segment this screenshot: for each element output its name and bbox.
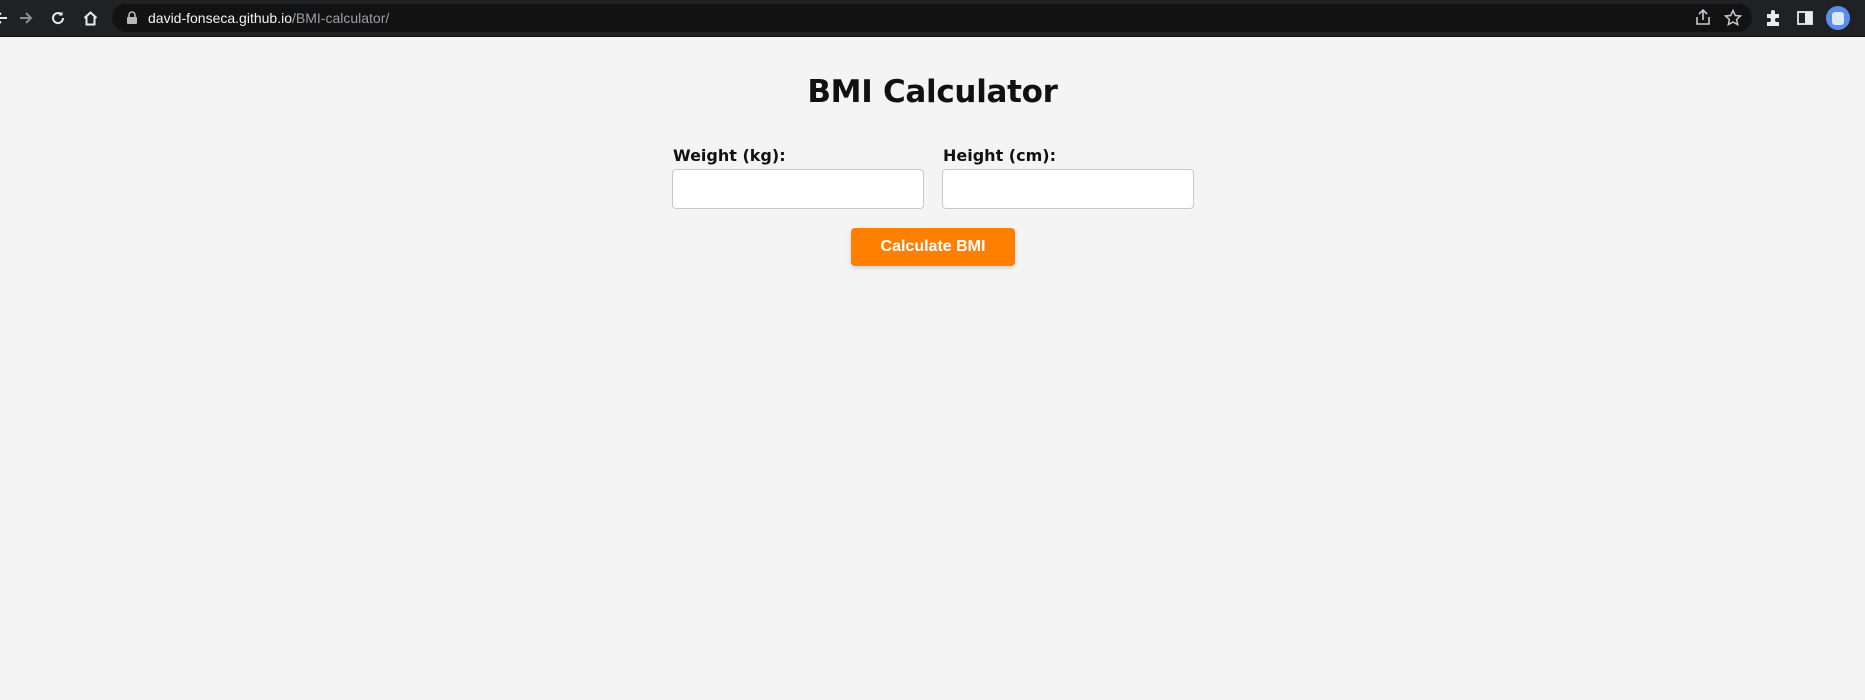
calculate-bmi-button[interactable]: Calculate BMI (851, 228, 1015, 266)
reload-icon[interactable] (46, 6, 70, 30)
address-bar[interactable]: david-fonseca.github.io/BMI-calculator/ (112, 4, 1752, 32)
forward-icon[interactable] (14, 6, 38, 30)
page-title: BMI Calculator (807, 74, 1058, 110)
profile-avatar-glyph (1832, 11, 1844, 25)
height-label: Height (cm): (943, 146, 1056, 165)
url-host: david-fonseca.github.io (148, 10, 292, 26)
browser-toolbar: david-fonseca.github.io/BMI-calculator/ (0, 0, 1865, 37)
share-icon[interactable] (1693, 8, 1713, 28)
profile-icon[interactable] (1826, 6, 1850, 30)
back-icon[interactable] (0, 6, 13, 30)
lock-icon[interactable] (126, 11, 138, 25)
weight-label: Weight (kg): (673, 146, 786, 165)
url-text[interactable]: david-fonseca.github.io/BMI-calculator/ (148, 10, 389, 26)
home-icon[interactable] (78, 6, 102, 30)
side-panel-icon[interactable] (1795, 8, 1815, 28)
url-path: /BMI-calculator/ (292, 10, 390, 26)
height-input[interactable] (942, 169, 1194, 209)
star-icon[interactable] (1723, 8, 1743, 28)
weight-input[interactable] (672, 169, 924, 209)
extensions-icon[interactable] (1763, 8, 1783, 28)
